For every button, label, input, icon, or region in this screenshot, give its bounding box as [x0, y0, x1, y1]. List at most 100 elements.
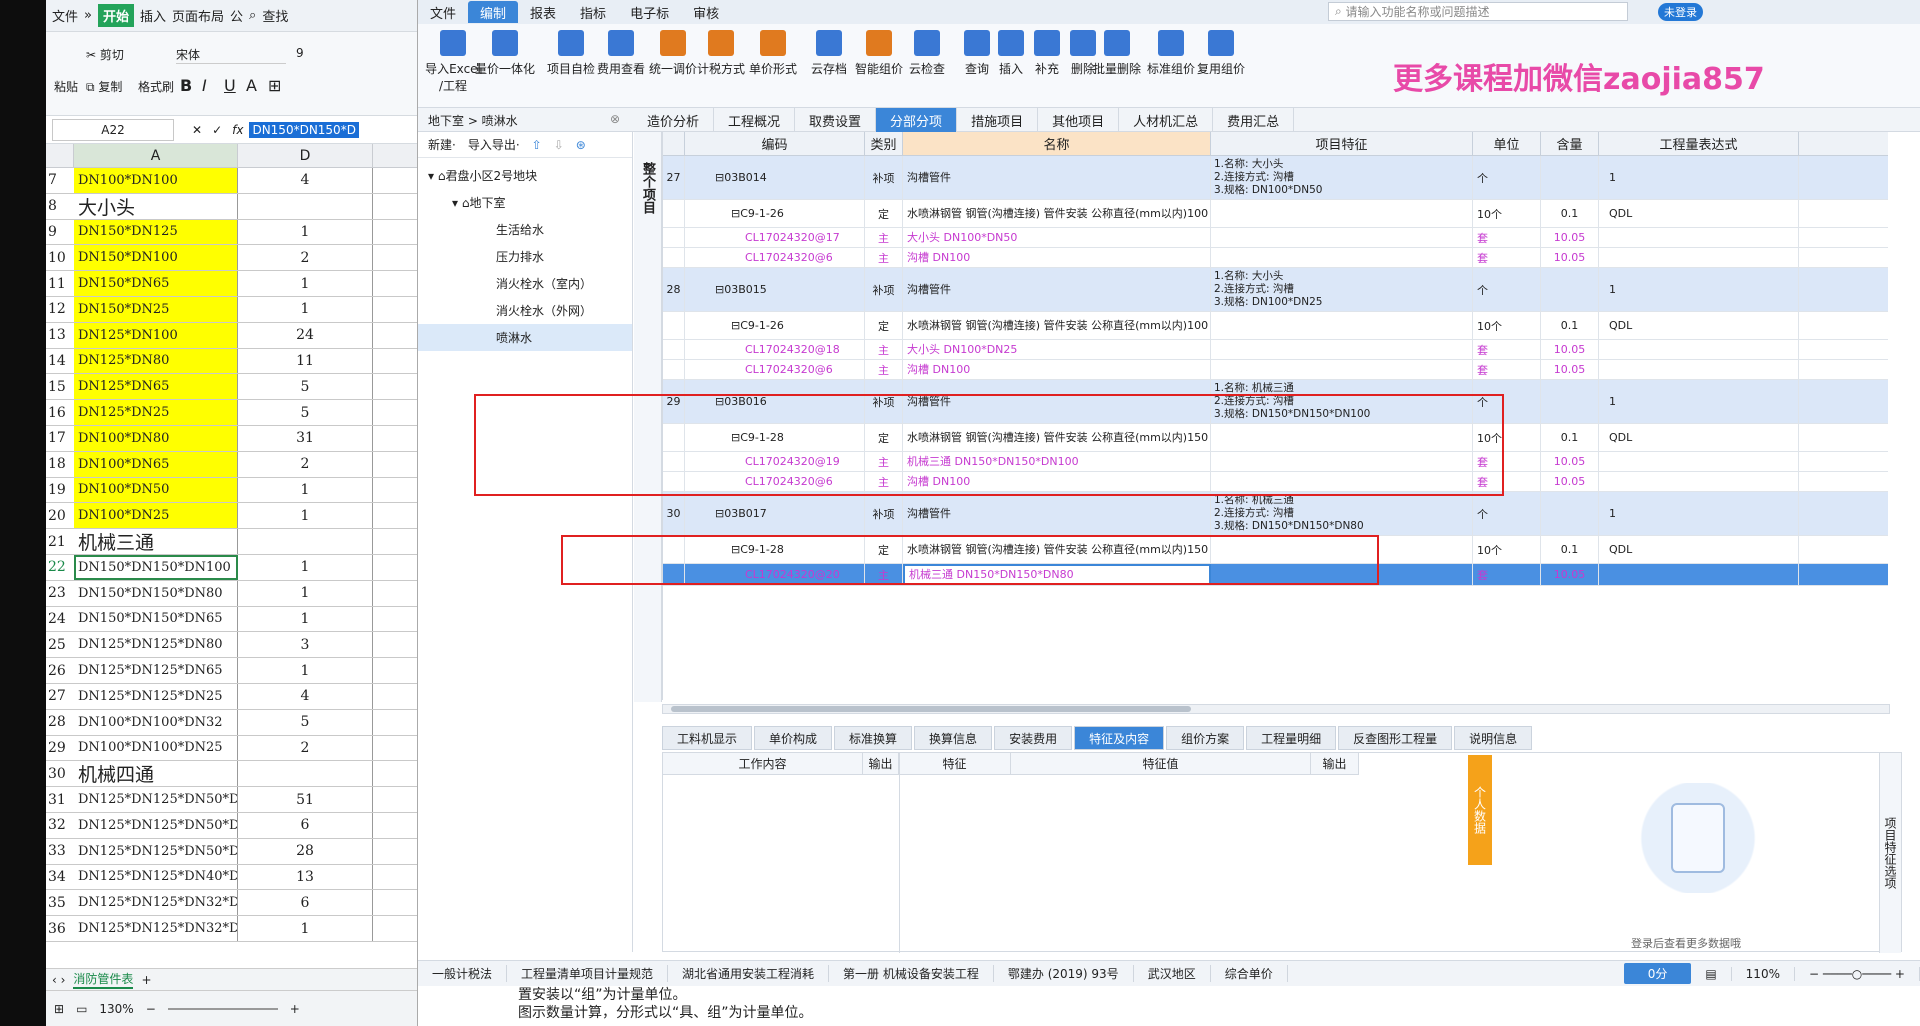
row-number[interactable]: 22 [46, 555, 74, 580]
grid-row[interactable]: CL17024320@18 主大小头 DN100*DN25 套 10.05 [663, 340, 1888, 360]
status-item[interactable]: 工程量清单项目计量规范 [507, 965, 669, 982]
row-number[interactable]: 14 [46, 349, 74, 374]
cell-expr[interactable]: 1 [1599, 380, 1799, 423]
cell-code[interactable]: CL17024320@6 [685, 360, 865, 379]
detail-tab[interactable]: 安装费用 [994, 726, 1073, 750]
row-number[interactable]: 9 [46, 220, 74, 245]
column-header-d[interactable]: D [238, 144, 373, 167]
cell-cat[interactable]: 补项 [865, 268, 903, 311]
cell-feat[interactable] [1211, 200, 1473, 227]
row-number[interactable]: 26 [46, 658, 74, 683]
format-painter-button[interactable]: 格式刷 [138, 78, 174, 95]
cell-seq[interactable] [663, 200, 685, 227]
cell-a[interactable]: DN125*DN125*DN25 [74, 683, 238, 709]
grid-row[interactable]: ⊟ C9-1-26 定水喷淋钢管 钢管(沟槽连接) 管件安装 公称直径(mm以内)… [663, 312, 1888, 340]
cell-a[interactable]: DN125*DN125*DN50*D [74, 812, 238, 838]
row-number[interactable]: 7 [46, 168, 74, 193]
cell-d[interactable]: 1 [238, 554, 373, 580]
add-sheet-icon[interactable]: + [141, 973, 151, 987]
wps-tab-insert[interactable]: 插入 [140, 6, 166, 25]
cell-expr[interactable] [1599, 360, 1799, 379]
collapse-icon[interactable]: ⊟ [731, 207, 740, 220]
detail-tab[interactable]: 单价构成 [754, 726, 833, 750]
cell-d[interactable]: 11 [238, 348, 373, 374]
cell-unit[interactable]: 个 [1473, 156, 1541, 199]
grid-column-header[interactable]: 工程量表达式 [1599, 132, 1799, 155]
cell-feat[interactable] [1211, 360, 1473, 379]
cell-seq[interactable]: 27 [663, 156, 685, 199]
cell-feat[interactable]: 1.名称: 机械三通 2.连接方式: 沟槽 3.规格: DN150*DN150*… [1211, 492, 1473, 535]
cell-d[interactable]: 6 [238, 890, 373, 916]
ribbon-button[interactable]: 单价形式 [742, 30, 804, 77]
tree-item[interactable]: 喷淋水 [418, 324, 632, 351]
row-number[interactable]: 31 [46, 787, 74, 812]
cell-expr[interactable] [1599, 564, 1799, 585]
tree-item[interactable]: ▾ ⌂ 地下室 [418, 189, 632, 216]
view-normal-icon[interactable]: ⊞ [54, 1002, 64, 1016]
detail-tab[interactable]: 反查图形工程量 [1338, 726, 1453, 750]
cell-name[interactable]: 大小头 DN100*DN50 [903, 228, 1211, 247]
cell-code[interactable]: CL17024320@18 [685, 340, 865, 359]
cell-qty[interactable]: 10.05 [1541, 564, 1599, 585]
new-button[interactable]: 新建· [428, 136, 456, 153]
cell-qty[interactable]: 10.05 [1541, 360, 1599, 379]
row-number[interactable]: 11 [46, 271, 74, 296]
row-number[interactable]: 15 [46, 374, 74, 399]
cell-a[interactable]: DN150*DN65 [74, 271, 238, 296]
cell-qty[interactable] [1541, 380, 1599, 423]
cell-expr[interactable]: 1 [1599, 492, 1799, 535]
font-size-select[interactable]: 9 [296, 46, 304, 60]
status-item[interactable]: 第一册 机械设备安装工程 [829, 965, 994, 982]
cell-d[interactable]: 28 [238, 838, 373, 864]
status-item[interactable]: 鄂建办 (2019) 93号 [994, 965, 1134, 982]
wps-tab-layout[interactable]: 页面布局 [172, 6, 224, 25]
grid-row[interactable]: 28 ⊟ 03B015 补项 沟槽管件 1.名称: 大小头 2.连接方式: 沟槽 3.规… [663, 268, 1888, 312]
cell-expr[interactable]: QDL [1599, 424, 1799, 451]
row-number[interactable]: 20 [46, 503, 74, 528]
name-box[interactable]: A22 [52, 118, 174, 141]
row-number[interactable]: 10 [46, 245, 74, 270]
wps-tab-formula[interactable]: 公 [230, 6, 243, 25]
cell-d[interactable]: 31 [238, 425, 373, 451]
paste-button[interactable]: 粘贴 [54, 78, 78, 95]
fx-icon[interactable]: fx [232, 123, 243, 137]
bold-button[interactable]: B [180, 76, 192, 95]
sheet-tab[interactable]: 消防管件表 [73, 970, 134, 989]
cell-expr[interactable] [1599, 452, 1799, 471]
row-number[interactable]: 29 [46, 736, 74, 761]
cell-cat[interactable]: 主 [865, 248, 903, 267]
cell-code[interactable]: ⊟ C9-1-26 [685, 312, 865, 339]
cell-d[interactable]: 2 [238, 245, 373, 271]
cell-cat[interactable]: 主 [865, 228, 903, 247]
cell-unit[interactable]: 套 [1473, 248, 1541, 267]
cell-cat[interactable]: 补项 [865, 156, 903, 199]
grid-column-header[interactable]: 含量 [1541, 132, 1599, 155]
row-number[interactable]: 28 [46, 710, 74, 735]
grid-column-header[interactable] [663, 132, 685, 155]
ribbon-button[interactable]: 量价一体化 [474, 30, 536, 77]
cell-a[interactable]: DN100*DN80 [74, 425, 238, 451]
strikethrough-button[interactable]: A [246, 76, 257, 95]
status-item[interactable]: 武汉地区 [1134, 965, 1211, 982]
zoom-slider[interactable] [167, 1007, 278, 1010]
personal-data-tab[interactable]: 个人数据 [1468, 755, 1492, 865]
cell-a[interactable]: DN150*DN150*DN80 [74, 580, 238, 606]
login-badge[interactable]: 未登录 [1658, 3, 1703, 21]
menu-edit[interactable]: 编制 [468, 1, 519, 23]
cell-code[interactable]: ⊟ C9-1-26 [685, 200, 865, 227]
tree-item[interactable]: 消火栓水（室内） [418, 270, 632, 297]
cell-qty[interactable] [1541, 268, 1599, 311]
cell-qty[interactable]: 10.05 [1541, 472, 1599, 491]
cell-code[interactable]: CL17024320@6 [685, 248, 865, 267]
cell-d[interactable]: 1 [238, 606, 373, 632]
cell-seq[interactable] [663, 312, 685, 339]
collapse-icon[interactable]: ⊟ [715, 171, 724, 184]
detail-tab[interactable]: 工程量明细 [1246, 726, 1337, 750]
cell-expr[interactable] [1599, 340, 1799, 359]
row-number[interactable]: 16 [46, 400, 74, 425]
cell-d[interactable]: 4 [238, 168, 373, 193]
cell-unit[interactable]: 套 [1473, 564, 1541, 585]
cell-qty[interactable]: 10.05 [1541, 228, 1599, 247]
cell-qty[interactable]: 0.1 [1541, 200, 1599, 227]
move-up-icon[interactable]: ⇧ [532, 138, 542, 152]
